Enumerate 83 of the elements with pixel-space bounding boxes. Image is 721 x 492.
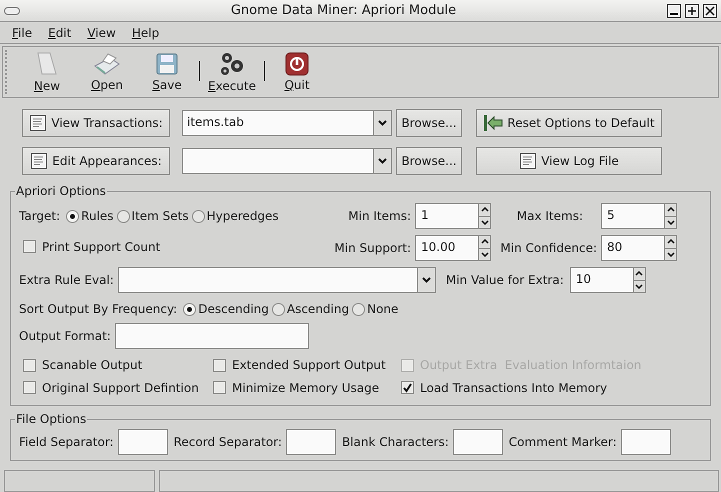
combo-field[interactable] — [118, 267, 436, 293]
field-label: Target: — [19, 209, 60, 223]
toolbar-button[interactable]: New — [17, 47, 77, 97]
close-icon[interactable] — [703, 4, 717, 18]
browse-button[interactable]: Browse... — [396, 147, 462, 175]
document-icon — [30, 152, 48, 170]
field-label: Min Support: — [334, 241, 411, 255]
checkbox[interactable]: Original Support Defintion — [23, 380, 199, 394]
group-title: Apriori Options — [15, 184, 107, 198]
field-label: Extra Rule Eval: — [19, 273, 114, 287]
toolbar-button[interactable]: Execute — [202, 47, 262, 97]
toolbar-button[interactable]: Save — [137, 47, 197, 97]
browse-button[interactable]: Browse... — [396, 109, 462, 137]
spin-field[interactable]: 80 — [601, 235, 677, 261]
toolbar-button[interactable]: Open — [77, 47, 137, 97]
action-button[interactable]: Reset Options to Default — [476, 109, 662, 137]
file-button[interactable]: View Transactions: — [22, 109, 170, 137]
menu-item[interactable]: Help — [124, 26, 168, 40]
page-icon — [35, 51, 59, 77]
menu-item[interactable]: Edit — [40, 26, 80, 40]
checkbox[interactable]: Scanable Output — [23, 358, 142, 372]
checkbox[interactable]: Extended Support Output — [213, 358, 386, 372]
arrow-up-icon[interactable] — [666, 207, 674, 212]
field-label: Comment Marker: — [508, 435, 617, 449]
radio-button[interactable]: Hyperedges — [192, 209, 279, 223]
radio-button[interactable]: None — [352, 302, 398, 316]
input-field[interactable] — [286, 429, 336, 455]
field-label: Min Items: — [348, 209, 411, 223]
minimize-icon[interactable] — [667, 4, 681, 18]
maximize-icon[interactable] — [685, 4, 699, 18]
action-button[interactable]: View Log File — [476, 147, 662, 175]
field-label: Output Format: — [19, 329, 111, 343]
arrow-up-icon[interactable] — [480, 207, 488, 212]
field-label: Sort Output By Frequency: — [19, 302, 178, 316]
arrow-down-icon[interactable] — [666, 220, 674, 225]
input-field[interactable] — [620, 429, 671, 455]
floppy-icon — [155, 52, 179, 76]
field-label: Field Separator: — [19, 435, 114, 449]
radio-button[interactable]: Ascending — [272, 302, 350, 316]
arrow-down-icon[interactable] — [666, 252, 674, 257]
power-icon — [285, 52, 309, 76]
checkbox[interactable]: Print Support Count — [23, 240, 160, 254]
radio-button[interactable]: Item Sets — [116, 209, 189, 223]
arrow-up-icon[interactable] — [480, 239, 488, 244]
field-label: Min Value for Extra: — [446, 273, 564, 287]
window-title: Gnome Data Miner: Apriori Module — [230, 3, 458, 18]
printer-icon — [92, 52, 122, 76]
menu-item[interactable]: View — [79, 26, 124, 40]
file-button[interactable]: Edit Appearances: — [22, 147, 170, 175]
chevron-down-icon — [378, 120, 387, 126]
radio-button[interactable]: Rules — [66, 209, 114, 223]
field-label: Max Items: — [516, 209, 583, 223]
input-field[interactable] — [118, 429, 168, 455]
input-field[interactable] — [452, 429, 503, 455]
arrow-down-icon[interactable] — [480, 220, 488, 225]
window-menu-icon[interactable] — [4, 6, 20, 14]
checkbox[interactable]: Minimize Memory Usage — [213, 380, 380, 394]
group-title: File Options — [15, 412, 88, 426]
field-label: Record Separator: — [174, 435, 282, 449]
input-field[interactable] — [114, 323, 309, 349]
file-combo[interactable] — [182, 148, 392, 174]
arrow-up-icon[interactable] — [635, 271, 644, 276]
field-label: Min Confidence: — [500, 241, 597, 255]
document-icon — [29, 114, 48, 132]
chevron-down-icon — [422, 277, 431, 283]
arrow-down-icon[interactable] — [635, 284, 644, 289]
menu-item[interactable]: File — [4, 26, 40, 40]
toolbar-button[interactable]: Quit — [267, 47, 327, 97]
field-label: Blank Characters: — [342, 435, 449, 449]
arrow-left-icon — [483, 114, 504, 132]
chevron-down-icon — [378, 158, 387, 164]
spin-field[interactable]: 1 — [415, 203, 491, 229]
radio-button[interactable]: Descending — [183, 302, 269, 316]
file-combo[interactable]: items.tab — [182, 110, 392, 136]
document-icon — [519, 152, 538, 170]
spin-field[interactable]: 10.00 — [415, 235, 491, 261]
gears-icon — [218, 51, 246, 77]
arrow-down-icon[interactable] — [480, 252, 488, 257]
spin-field[interactable]: 10 — [570, 267, 646, 293]
spin-field[interactable]: 5 — [601, 203, 677, 229]
checkbox[interactable]: Load Transactions Into Memory — [401, 380, 608, 394]
arrow-up-icon[interactable] — [666, 239, 674, 244]
checkmark-icon — [402, 382, 413, 393]
